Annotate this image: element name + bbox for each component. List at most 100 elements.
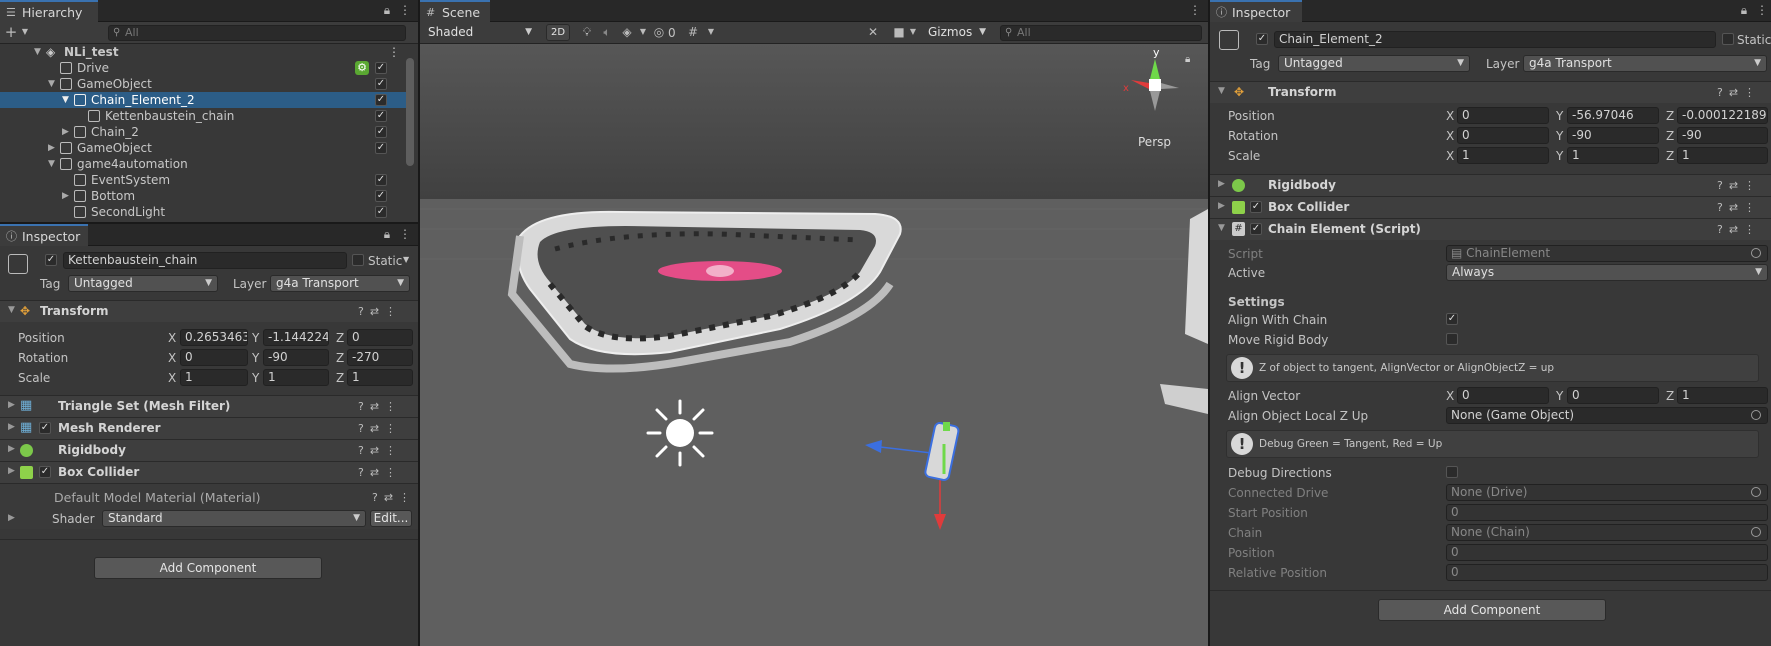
add-component-button[interactable]: Add Component bbox=[1378, 599, 1606, 621]
mesh-renderer-component-header[interactable]: ▶ ▦ ✓ Mesh Renderer ?⇄⋮ bbox=[0, 417, 418, 439]
chevron-down-icon[interactable]: ▼ bbox=[906, 25, 920, 39]
gizmo-lock-icon[interactable]: 🔒︎ bbox=[1185, 54, 1190, 65]
visibility-checkbox[interactable]: ✓ bbox=[375, 174, 387, 186]
tab-hierarchy[interactable]: ☰ Hierarchy bbox=[0, 0, 98, 22]
expand-arrow-icon[interactable]: ▶ bbox=[8, 444, 15, 454]
component-enabled-checkbox[interactable]: ✓ bbox=[1250, 223, 1262, 235]
more-menu-icon[interactable]: ⋮ bbox=[398, 3, 412, 17]
visibility-checkbox[interactable]: ✓ bbox=[375, 78, 387, 90]
expand-arrow-icon[interactable]: ▶ bbox=[62, 124, 72, 140]
component-header-icons[interactable]: ?⇄⋮ bbox=[358, 466, 402, 479]
component-header-icons[interactable]: ?⇄⋮ bbox=[358, 444, 402, 457]
rotation-x-field[interactable]: 0 bbox=[180, 349, 248, 366]
static-checkbox[interactable] bbox=[1722, 33, 1734, 45]
scale-x-field[interactable]: 1 bbox=[180, 369, 248, 386]
scale-z-field[interactable]: 1 bbox=[1677, 147, 1768, 164]
scale-x-field[interactable]: 1 bbox=[1457, 147, 1549, 164]
visibility-checkbox[interactable]: ✓ bbox=[375, 142, 387, 154]
hierarchy-search-input[interactable]: ⚲ All bbox=[108, 25, 406, 41]
tree-row-gameobject[interactable]: ▼ GameObject ✓ bbox=[0, 76, 406, 92]
visibility-checkbox[interactable]: ✓ bbox=[375, 62, 387, 74]
tag-dropdown[interactable]: Untagged ▼ bbox=[1278, 55, 1470, 72]
expand-arrow-icon[interactable]: ▶ bbox=[1218, 201, 1225, 211]
rotation-y-field[interactable]: -90 bbox=[1567, 127, 1659, 144]
component-enabled-checkbox[interactable]: ✓ bbox=[39, 466, 51, 478]
scale-y-field[interactable]: 1 bbox=[263, 369, 329, 386]
material-header-icons[interactable]: ?⇄⋮ bbox=[372, 491, 416, 504]
transform-component-header[interactable]: ▼ ✥ Transform ?⇄⋮ bbox=[1210, 81, 1771, 103]
grid-snap-icon[interactable]: # bbox=[686, 25, 700, 39]
shading-mode-dropdown[interactable]: Shaded ▼ bbox=[422, 24, 538, 41]
lighting-bulb-icon[interactable]: 💡︎ bbox=[580, 25, 594, 39]
expand-arrow-icon[interactable]: ▶ bbox=[48, 140, 58, 156]
expand-arrow-icon[interactable]: ▶ bbox=[8, 422, 15, 432]
rigidbody-component-header[interactable]: ▶ Rigidbody ?⇄⋮ bbox=[0, 439, 418, 461]
tree-row-game4automation[interactable]: ▼ game4automation bbox=[0, 156, 406, 172]
expand-arrow-icon[interactable]: ▼ bbox=[8, 305, 15, 315]
component-header-icons[interactable]: ?⇄⋮ bbox=[358, 422, 402, 435]
expand-arrow-icon[interactable]: ▶ bbox=[8, 466, 15, 476]
position-z-field[interactable]: -0.0001221895 bbox=[1677, 107, 1768, 124]
expand-arrow-icon[interactable]: ▼ bbox=[1218, 86, 1225, 96]
shader-dropdown[interactable]: Standard ▼ bbox=[102, 510, 366, 527]
object-name-field[interactable]: Kettenbaustein_chain bbox=[63, 252, 347, 269]
expand-arrow-icon[interactable]: ▼ bbox=[34, 44, 44, 60]
tree-row-chain-2[interactable]: ▶ Chain_2 ✓ bbox=[0, 124, 406, 140]
component-header-icons[interactable]: ?⇄⋮ bbox=[358, 400, 402, 413]
audio-speaker-icon[interactable]: 🔈︎ bbox=[600, 25, 614, 39]
rotation-z-field[interactable]: -90 bbox=[1677, 127, 1768, 144]
add-component-button[interactable]: Add Component bbox=[94, 557, 322, 579]
tree-row-gameobject[interactable]: ▶ GameObject ✓ bbox=[0, 140, 406, 156]
debug-directions-checkbox[interactable] bbox=[1446, 466, 1458, 478]
tools-wrench-icon[interactable]: ✕ bbox=[866, 25, 880, 39]
visibility-checkbox[interactable]: ✓ bbox=[375, 206, 387, 218]
chevron-down-icon[interactable]: ▼ bbox=[636, 25, 650, 39]
active-dropdown[interactable]: Always ▼ bbox=[1446, 264, 1768, 281]
rigidbody-component-header[interactable]: ▶ Rigidbody ?⇄⋮ bbox=[1210, 174, 1771, 196]
expand-arrow-icon[interactable]: ▶ bbox=[8, 513, 15, 523]
layer-dropdown[interactable]: g4a Transport ▼ bbox=[270, 275, 410, 292]
scale-z-field[interactable]: 1 bbox=[347, 369, 413, 386]
rotation-y-field[interactable]: -90 bbox=[263, 349, 329, 366]
expand-arrow-icon[interactable]: ▼ bbox=[48, 156, 58, 172]
component-header-icons[interactable]: ?⇄⋮ bbox=[1717, 223, 1761, 236]
effects-layers-icon[interactable]: ◈ bbox=[620, 25, 634, 39]
component-enabled-checkbox[interactable]: ✓ bbox=[39, 422, 51, 434]
align-vector-z-field[interactable]: 1 bbox=[1677, 387, 1768, 404]
component-header-icons[interactable]: ?⇄⋮ bbox=[1717, 86, 1761, 99]
align-vector-x-field[interactable]: 0 bbox=[1457, 387, 1549, 404]
lock-icon[interactable]: 🔒︎ bbox=[380, 227, 394, 241]
tree-row-eventsystem[interactable]: EventSystem ✓ bbox=[0, 172, 406, 188]
tree-row-secondlight[interactable]: SecondLight ✓ bbox=[0, 204, 406, 220]
mesh-filter-component-header[interactable]: ▶ ▦ Triangle Set (Mesh Filter) ?⇄⋮ bbox=[0, 395, 418, 417]
perspective-label[interactable]: Persp bbox=[1138, 135, 1171, 149]
position-y-field[interactable]: -56.97046 bbox=[1567, 107, 1659, 124]
rotation-z-field[interactable]: -270 bbox=[347, 349, 413, 366]
position-y-field[interactable]: -1.144224 bbox=[263, 329, 329, 346]
hidden-objects-eye-icon[interactable]: ◎ bbox=[652, 25, 666, 39]
gizmos-dropdown[interactable]: Gizmos ▼ bbox=[922, 24, 992, 41]
object-name-field[interactable]: Chain_Element_2 bbox=[1274, 31, 1716, 48]
tab-inspector[interactable]: ⓘ Inspector bbox=[0, 224, 88, 246]
2d-toggle-button[interactable]: 2D bbox=[546, 24, 570, 41]
expand-arrow-icon[interactable]: ▼ bbox=[48, 76, 58, 92]
lock-icon[interactable]: 🔒︎ bbox=[380, 3, 394, 17]
more-menu-icon[interactable]: ⋮ bbox=[398, 227, 412, 241]
active-checkbox[interactable]: ✓ bbox=[45, 254, 57, 266]
component-header-icons[interactable]: ?⇄⋮ bbox=[1717, 201, 1761, 214]
layer-dropdown[interactable]: g4a Transport ▼ bbox=[1523, 55, 1767, 72]
scale-y-field[interactable]: 1 bbox=[1567, 147, 1659, 164]
tree-row-nli-test[interactable]: ▼ ◈ NLi_test ⋮ bbox=[0, 44, 406, 60]
position-x-field[interactable]: 0 bbox=[1457, 107, 1549, 124]
chevron-down-icon[interactable]: ▼ bbox=[403, 255, 409, 264]
component-enabled-checkbox[interactable]: ✓ bbox=[1250, 201, 1262, 213]
lock-icon[interactable]: 🔒︎ bbox=[1737, 3, 1751, 17]
expand-arrow-icon[interactable]: ▼ bbox=[62, 92, 72, 108]
gear-icon[interactable]: ⚙ bbox=[355, 61, 369, 75]
visibility-checkbox[interactable]: ✓ bbox=[375, 126, 387, 138]
tree-row-drive[interactable]: Drive ⚙ ✓ bbox=[0, 60, 406, 76]
scene-viewport[interactable]: y x 🔒︎ Persp bbox=[420, 44, 1208, 646]
hierarchy-scrollbar[interactable] bbox=[406, 58, 414, 166]
position-x-field[interactable]: 0.2653463 bbox=[180, 329, 248, 346]
expand-arrow-icon[interactable]: ▶ bbox=[1218, 179, 1225, 189]
